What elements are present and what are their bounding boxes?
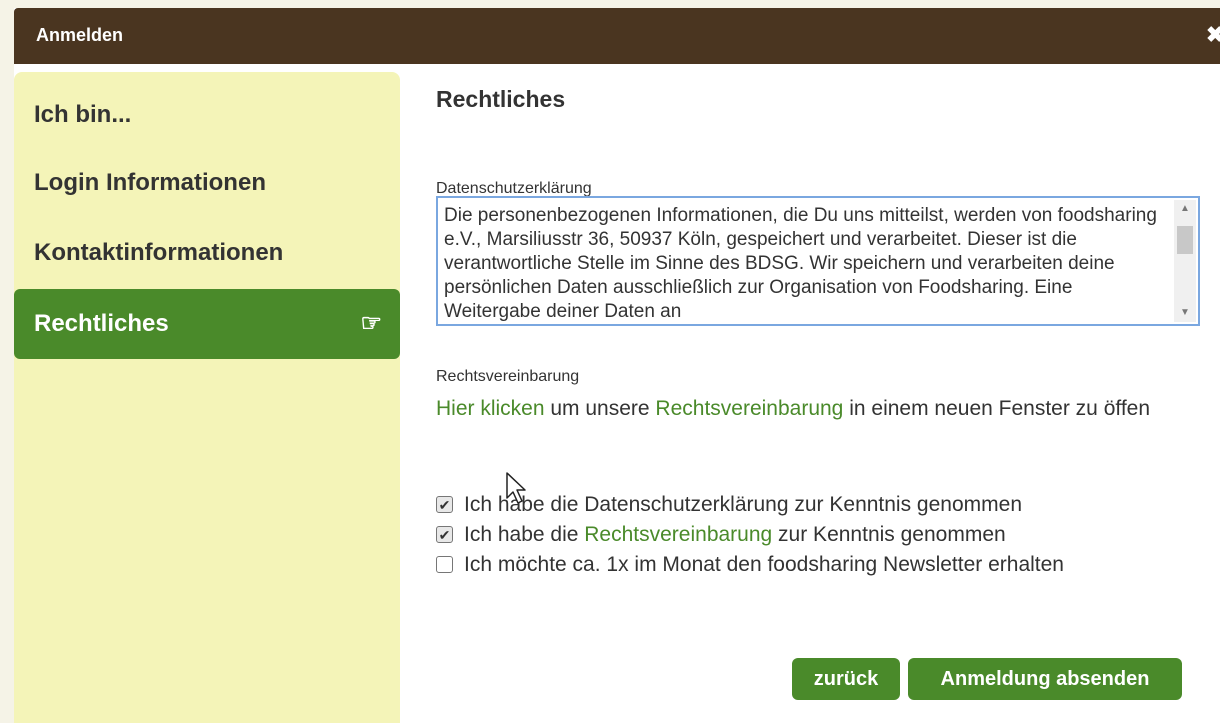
dialog-title: Anmelden	[36, 25, 124, 45]
sidebar-item-rechtliches[interactable]: Rechtliches ☞	[14, 289, 400, 359]
sidebar-item-label: Login Informationen	[34, 169, 266, 196]
agreement-consent-label-post: zur Kenntnis genommen	[772, 523, 1006, 546]
agreement-text: Hier klicken um unsere Rechtsvereinbarun…	[436, 392, 1196, 425]
sidebar-item-ich-bin[interactable]: Ich bin...	[14, 82, 400, 148]
consent-checkboxes: ✔ Ich habe die Datenschutzerklärung zur …	[436, 490, 1064, 580]
scroll-thumb[interactable]	[1177, 226, 1193, 254]
hand-pointing-right-icon: ☞	[360, 310, 382, 337]
newsletter-checkbox[interactable]	[436, 556, 453, 573]
submit-button[interactable]: Anmeldung absenden	[908, 658, 1182, 700]
sidebar-item-label: Rechtliches	[34, 310, 169, 337]
agreement-consent-row[interactable]: ✔ Ich habe die Rechtsvereinbarung zur Ke…	[436, 520, 1064, 550]
close-icon[interactable]: ✖	[1206, 22, 1220, 48]
privacy-consent-row[interactable]: ✔ Ich habe die Datenschutzerklärung zur …	[436, 490, 1064, 520]
hier-klicken-link[interactable]: Hier klicken	[436, 397, 545, 420]
dialog-titlebar: Anmelden ✖	[14, 8, 1220, 64]
sidebar-item-label: Ich bin...	[34, 101, 132, 128]
privacy-consent-checkbox[interactable]: ✔	[436, 496, 453, 513]
signup-dialog: Anmelden ✖ Ich bin... Login Informatione…	[14, 8, 1220, 723]
rechtsvereinbarung-link[interactable]: Rechtsvereinbarung	[584, 523, 772, 546]
agreement-consent-checkbox[interactable]: ✔	[436, 526, 453, 543]
agreement-label: Rechtsvereinbarung	[436, 368, 580, 385]
sidebar: Ich bin... Login Informationen Kontaktin…	[14, 72, 400, 723]
newsletter-label: Ich möchte ca. 1x im Monat den foodshari…	[464, 553, 1064, 576]
agreement-consent-label-pre: Ich habe die	[464, 523, 585, 546]
privacy-consent-label: Ich habe die Datenschutzerklärung zur Ke…	[464, 493, 1022, 516]
sidebar-item-kontaktinformationen[interactable]: Kontaktinformationen	[14, 220, 400, 286]
privacy-text: Die personenbezogenen Informationen, die…	[444, 205, 1157, 322]
agreement-text-part: in einem neuen Fenster zu öffen	[843, 397, 1151, 420]
mouse-cursor-icon	[506, 472, 526, 504]
sidebar-item-label: Kontaktinformationen	[34, 239, 284, 266]
page-title: Rechtliches	[436, 86, 566, 112]
newsletter-consent-row[interactable]: Ich möchte ca. 1x im Monat den foodshari…	[436, 550, 1064, 580]
privacy-textarea[interactable]: Die personenbezogenen Informationen, die…	[436, 196, 1200, 326]
rechtsvereinbarung-link[interactable]: Rechtsvereinbarung	[655, 397, 843, 420]
agreement-text-part: um unsere	[544, 397, 656, 420]
back-button[interactable]: zurück	[792, 658, 900, 700]
scroll-up-icon[interactable]: ▲	[1174, 200, 1196, 218]
sidebar-item-login-informationen[interactable]: Login Informationen	[14, 150, 400, 216]
textarea-scrollbar[interactable]: ▲ ▼	[1174, 200, 1196, 322]
scroll-down-icon[interactable]: ▼	[1174, 304, 1196, 322]
